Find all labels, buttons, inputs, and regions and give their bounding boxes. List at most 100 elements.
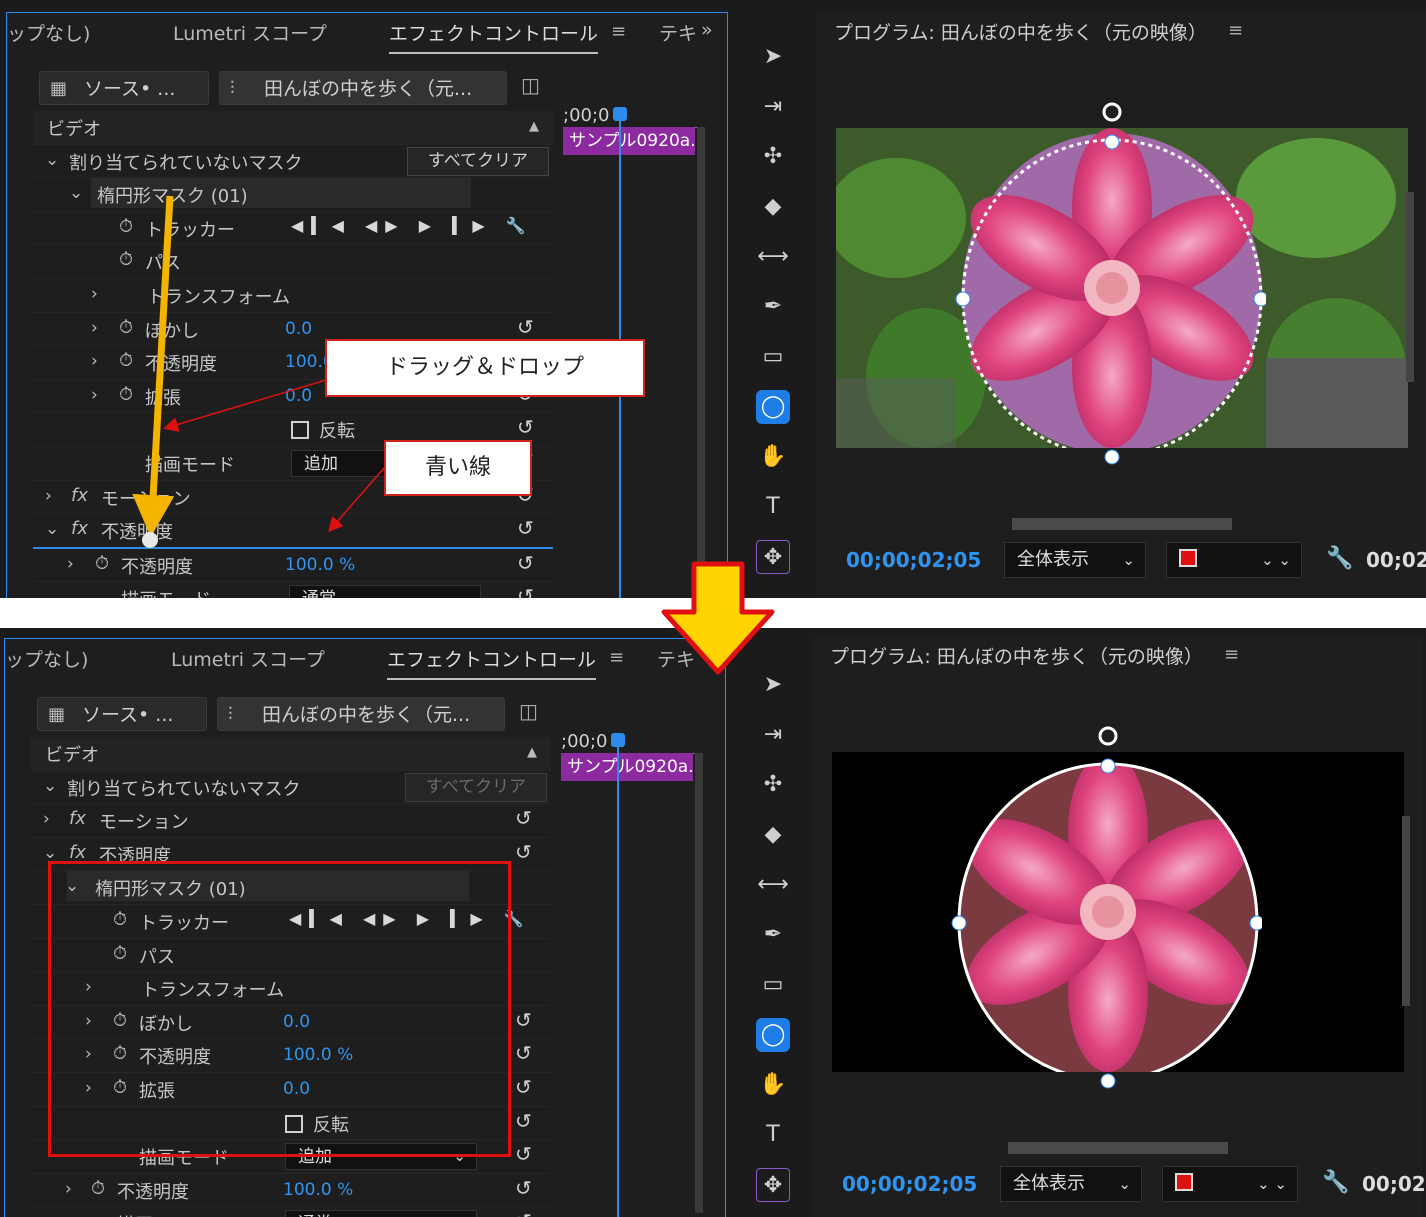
collapse-up-icon[interactable]: ▲	[527, 745, 537, 760]
rectangle-tool-icon[interactable]: ▭	[756, 968, 790, 1002]
tab-clip-none[interactable]: ップなし)	[7, 19, 90, 46]
hand-tool-icon[interactable]: ✋	[756, 1068, 790, 1102]
quality-select[interactable]: ⌄ ⌄	[1166, 542, 1302, 578]
panel-toggle-icon[interactable]: ◫	[519, 699, 538, 723]
feather-value[interactable]: 0.0	[285, 319, 312, 339]
panel-toggle-icon[interactable]: ◫	[521, 73, 540, 97]
program-scroll[interactable]	[1008, 1142, 1228, 1154]
razor-tool-icon[interactable]: ◆	[756, 818, 790, 852]
more-tabs-icon[interactable]: »	[701, 19, 713, 41]
mask-handles[interactable]	[946, 100, 1266, 470]
reset-icon[interactable]: ↺	[515, 1142, 532, 1166]
zoom-select[interactable]: 全体表示 ⌄	[1004, 542, 1146, 578]
chevron-right-icon[interactable]: ›	[67, 554, 74, 574]
collapse-up-icon[interactable]: ▲	[529, 119, 539, 134]
reset-icon[interactable]: ↺	[515, 1075, 532, 1099]
playhead-handle[interactable]	[613, 107, 627, 121]
tab-clip-none[interactable]: ップなし)	[5, 645, 88, 672]
tab-lumetri-scopes[interactable]: Lumetri スコープ	[173, 19, 327, 46]
pen-tool-icon[interactable]: ✒	[756, 918, 790, 952]
fx-icon[interactable]: fx	[69, 808, 86, 829]
expansion-value[interactable]: 0.0	[285, 386, 312, 406]
mask-name[interactable]: 楕円形マスク (01)	[97, 182, 248, 208]
panel-menu-icon[interactable]: ≡	[611, 21, 626, 42]
type-tool-icon[interactable]: T	[756, 490, 790, 524]
stopwatch-icon[interactable]: ⏱	[119, 249, 133, 270]
tab-text[interactable]: テキ	[659, 19, 697, 46]
fx-icon[interactable]: fx	[69, 842, 86, 863]
program-timecode[interactable]: 00;00;02;05	[842, 1172, 977, 1196]
reset-icon[interactable]: ↺	[515, 1041, 532, 1065]
stopwatch-icon[interactable]: ⏱	[119, 317, 133, 338]
razor-tool-icon[interactable]: ◆	[756, 190, 790, 224]
ripple-edit-tool-icon[interactable]: ✣	[756, 140, 790, 174]
ripple-edit-tool-icon[interactable]: ✣	[756, 768, 790, 802]
clear-all-button[interactable]: すべてクリア	[405, 772, 547, 802]
chevron-down-icon[interactable]: ⌄	[43, 843, 57, 863]
chevron-down-icon[interactable]: ⌄	[43, 776, 57, 796]
zoom-select[interactable]: 全体表示 ⌄	[1000, 1166, 1142, 1202]
slip-tool-icon[interactable]: ⟷	[756, 868, 790, 902]
panel-menu-icon[interactable]: ≡	[609, 647, 624, 668]
stopwatch-icon[interactable]: ⏱	[95, 553, 109, 574]
quality-select[interactable]: ⌄ ⌄	[1162, 1166, 1298, 1202]
auto-reframe-icon[interactable]: ✥	[756, 1168, 790, 1202]
program-scrollbar[interactable]	[1406, 192, 1414, 382]
chevron-right-icon[interactable]: ›	[91, 284, 98, 304]
stopwatch-icon[interactable]: ⏱	[91, 1178, 105, 1199]
timeline-clip[interactable]: サンプル0920a.	[563, 127, 695, 155]
program-scroll[interactable]	[1012, 518, 1232, 530]
reset-icon[interactable]: ↺	[517, 551, 534, 575]
playhead-handle[interactable]	[611, 733, 625, 747]
program-menu-icon[interactable]: ≡	[1224, 644, 1239, 665]
reset-icon[interactable]: ↺	[517, 516, 534, 540]
ellipse-tool-icon[interactable]: ◯	[756, 390, 790, 424]
stopwatch-icon[interactable]: ⏱	[119, 350, 133, 371]
slip-tool-icon[interactable]: ⟷	[756, 240, 790, 274]
blend-mode-select[interactable]: 通常⌄	[285, 1210, 477, 1217]
stopwatch-icon[interactable]: ⏱	[119, 384, 133, 405]
mask-handles[interactable]	[942, 724, 1262, 1094]
ellipse-tool-icon[interactable]: ◯	[756, 1018, 790, 1052]
opacity-value[interactable]: 100.0 %	[285, 555, 355, 575]
sequence-clip-tab[interactable]: ⫶ 田んぼの中を歩く（元...	[219, 71, 507, 105]
tab-lumetri-scopes[interactable]: Lumetri スコープ	[171, 645, 325, 672]
chevron-down-icon[interactable]: ⌄	[45, 150, 59, 170]
invert-checkbox[interactable]: 反転	[291, 417, 355, 443]
hand-tool-icon[interactable]: ✋	[756, 440, 790, 474]
reset-icon[interactable]: ↺	[515, 1176, 532, 1200]
timeline-scrollbar[interactable]	[697, 127, 705, 587]
chevron-right-icon[interactable]: ›	[91, 351, 98, 371]
source-clip-tab[interactable]: ▦ ソース• ...	[37, 697, 207, 731]
reset-icon[interactable]: ↺	[517, 415, 534, 439]
rectangle-tool-icon[interactable]: ▭	[756, 340, 790, 374]
chevron-right-icon[interactable]: ›	[91, 385, 98, 405]
checkbox-icon[interactable]	[291, 421, 309, 440]
track-select-tool-icon[interactable]: ⇥	[756, 718, 790, 752]
chevron-right-icon[interactable]: ›	[45, 486, 52, 506]
tab-effect-controls[interactable]: エフェクトコントロール	[389, 19, 599, 54]
tracking-controls[interactable]: ◀▍◀ ◀▶ ▶ ▍▶ 🔧	[291, 216, 534, 235]
reset-icon[interactable]: ↺	[515, 840, 532, 864]
source-clip-tab[interactable]: ▦ ソース• ...	[39, 71, 209, 105]
reset-icon[interactable]: ↺	[515, 1209, 532, 1217]
chevron-down-icon[interactable]: ⌄	[45, 519, 59, 539]
chevron-right-icon[interactable]: ›	[43, 809, 50, 829]
wrench-icon[interactable]: 🔧	[1326, 546, 1353, 571]
selection-tool-icon[interactable]: ➤	[756, 40, 790, 74]
reset-icon[interactable]: ↺	[517, 315, 534, 339]
timeline-clip[interactable]: サンプル0920a.	[561, 753, 693, 781]
program-menu-icon[interactable]: ≡	[1228, 20, 1243, 41]
program-timecode[interactable]: 00;00;02;05	[846, 548, 981, 572]
chevron-right-icon[interactable]: ›	[65, 1179, 72, 1199]
opacity-value[interactable]: 100.0 %	[283, 1180, 353, 1200]
type-tool-icon[interactable]: T	[756, 1118, 790, 1152]
wrench-icon[interactable]: 🔧	[1322, 1170, 1349, 1195]
chevron-down-icon[interactable]: ⌄	[69, 183, 83, 203]
reset-icon[interactable]: ↺	[517, 584, 534, 598]
timeline-scrollbar[interactable]	[695, 753, 703, 1213]
chevron-right-icon[interactable]: ›	[91, 318, 98, 338]
reset-icon[interactable]: ↺	[515, 1109, 532, 1133]
pen-tool-icon[interactable]: ✒	[756, 290, 790, 324]
stopwatch-icon[interactable]: ⏱	[119, 216, 133, 237]
